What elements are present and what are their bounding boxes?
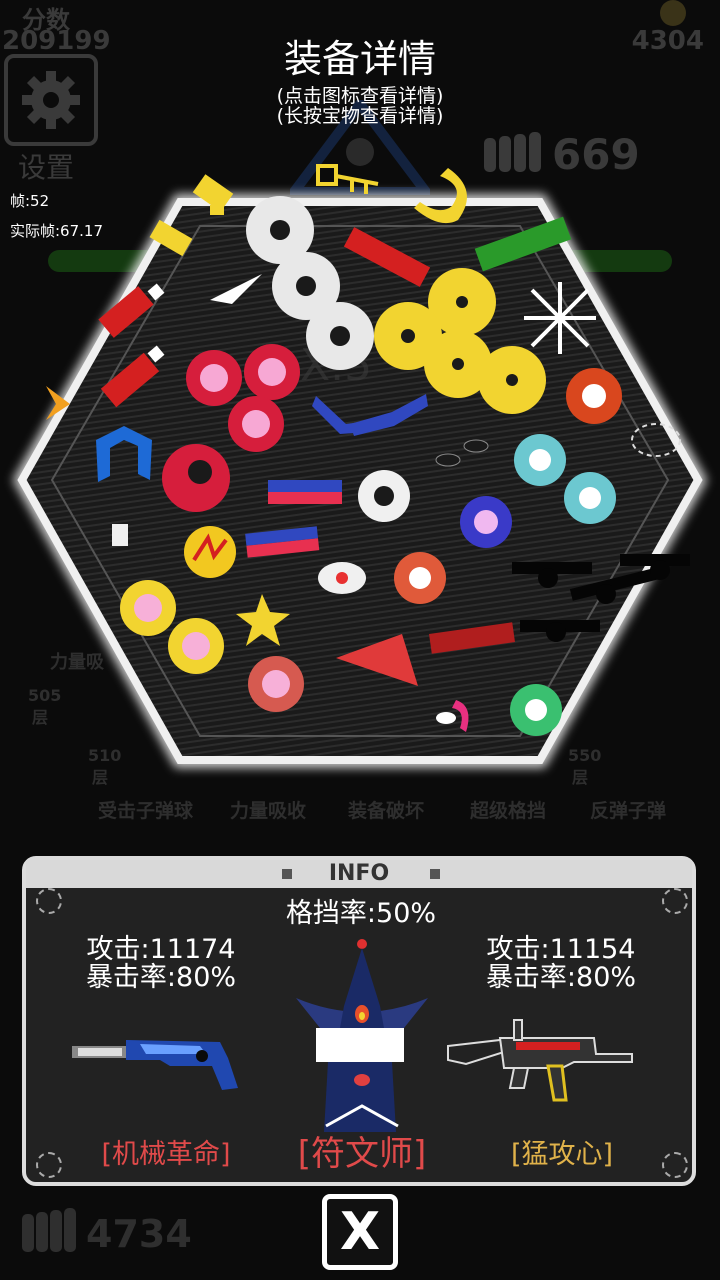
eye-item[interactable]	[318, 562, 366, 594]
green-gear-item[interactable]	[510, 684, 562, 736]
red-bar-item[interactable]	[343, 227, 431, 287]
dark-gun-item[interactable]	[520, 620, 600, 642]
screw-icon	[36, 1152, 62, 1178]
info-title: INFO	[328, 861, 390, 886]
blue-wave-item[interactable]	[350, 394, 428, 436]
bottom-ammo-count: 4734	[86, 1212, 192, 1256]
key-item[interactable]	[316, 164, 379, 194]
snowflake-item[interactable]	[524, 282, 596, 354]
fire-coin-item[interactable]	[184, 526, 236, 578]
screw-icon	[662, 1152, 688, 1178]
red-triangle-item[interactable]	[336, 634, 418, 686]
red-gear-item[interactable]	[228, 396, 284, 452]
right-attack: 攻击:11154	[486, 934, 636, 965]
dark-gun-item[interactable]	[512, 562, 592, 588]
subtitle-tap-hint: (点击图标查看详情)	[276, 85, 444, 107]
hook-item[interactable]	[436, 700, 469, 732]
battery-item[interactable]	[149, 219, 193, 257]
character-name: [符文师]	[297, 1134, 427, 1174]
coin-icon	[660, 0, 686, 26]
runemaster-character[interactable]	[292, 936, 432, 1132]
info-header-bar: INFO	[26, 860, 692, 888]
lipstick-item[interactable]	[98, 283, 165, 338]
close-button[interactable]: X	[322, 1194, 398, 1270]
left-attack: 攻击:11174	[86, 934, 236, 965]
flag-item[interactable]	[245, 526, 320, 558]
bg-skill-label-1: 受击子弹球	[98, 800, 194, 822]
page-title: 装备详情	[283, 37, 436, 81]
bg-skill-label-2: 力量吸收	[230, 800, 307, 822]
red-gear-item[interactable]	[244, 344, 300, 400]
yellow-pink-gear-item[interactable]	[168, 618, 224, 674]
right-weapon-icon[interactable]	[444, 1016, 634, 1112]
screw-icon	[36, 888, 62, 914]
yellow-gear-item[interactable]	[478, 346, 546, 414]
tag-item[interactable]	[112, 524, 128, 546]
crescent-item[interactable]	[414, 168, 467, 224]
block-rate: 格挡率:50%	[285, 898, 437, 929]
header-decoration	[430, 869, 440, 879]
pink-gear-item[interactable]	[394, 552, 446, 604]
blue-arch-item[interactable]	[96, 426, 152, 482]
yellow-pink-gear-item[interactable]	[120, 580, 176, 636]
right-weapon-name: [猛攻心]	[510, 1139, 614, 1170]
info-panel: INFO 格挡率:50% 攻击:11174 暴击率:80% 攻击:11154 暴…	[22, 856, 696, 1186]
bg-skill-label-4: 超级格挡	[470, 800, 547, 822]
lipstick-item[interactable]	[100, 345, 165, 408]
ring-item[interactable]	[306, 302, 374, 370]
orange-gear-item[interactable]	[566, 368, 622, 424]
bg-skill-label-5: 反弹子弹	[590, 800, 667, 822]
right-crit: 暴击率:80%	[485, 962, 637, 993]
red-glasses-item[interactable]	[429, 622, 515, 654]
ammo-icon	[22, 1208, 76, 1252]
arrow-item[interactable]	[46, 386, 70, 420]
battery-item[interactable]	[192, 174, 234, 215]
white-gear-item[interactable]	[358, 470, 410, 522]
cyan-gear-item[interactable]	[514, 434, 566, 486]
blade-item[interactable]	[210, 274, 262, 304]
red-ring-item[interactable]	[162, 444, 230, 512]
glasses-item[interactable]	[435, 439, 489, 467]
close-icon: X	[339, 1202, 381, 1262]
flag-item[interactable]	[268, 480, 342, 504]
left-crit: 暴击率:80%	[85, 962, 237, 993]
green-bar-item[interactable]	[474, 216, 572, 272]
star-item[interactable]	[236, 594, 290, 646]
treasure-items	[46, 164, 690, 736]
bg-skill-label-3: 装备破坏	[348, 800, 425, 822]
cyan-gear-item[interactable]	[564, 472, 616, 524]
screw-icon	[662, 888, 688, 914]
subtitle-hold-hint: (长按宝物查看详情)	[276, 105, 444, 127]
red-gear-item[interactable]	[186, 350, 242, 406]
left-weapon-name: [机械革命]	[101, 1139, 231, 1170]
salmon-gear-item[interactable]	[248, 656, 304, 712]
purple-gear-item[interactable]	[460, 496, 512, 548]
empty-slot-item[interactable]	[631, 423, 681, 457]
left-weapon-icon[interactable]	[70, 1036, 240, 1096]
